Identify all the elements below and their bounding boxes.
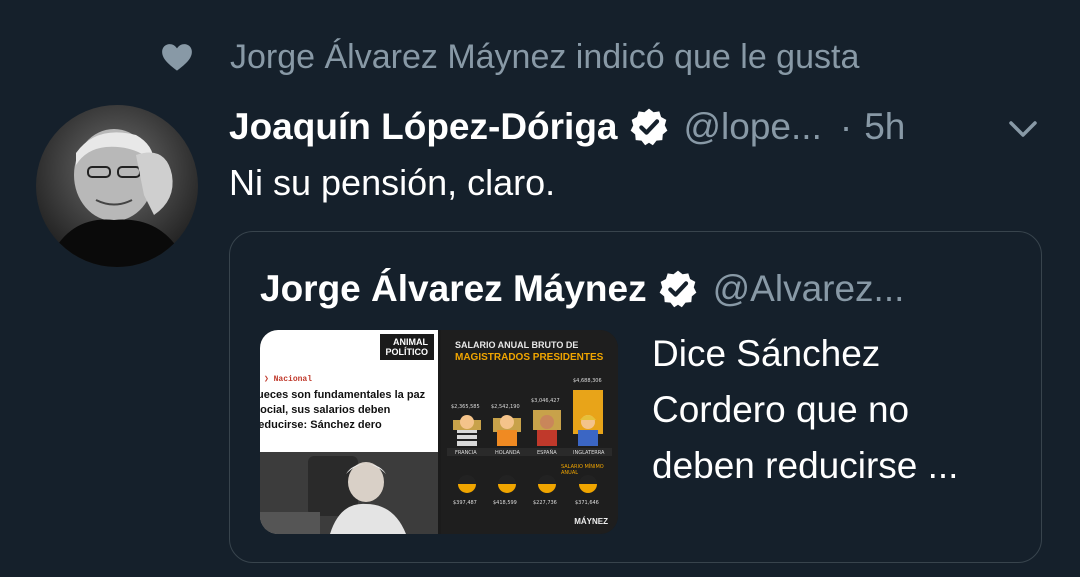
article-headline: jueces son fundamentales la paz social, … <box>260 389 426 431</box>
min-wage-value: $418,599 <box>493 500 517 506</box>
author-name[interactable]: Joaquín López-Dóriga <box>229 106 618 148</box>
section-label: Nacional <box>273 375 313 384</box>
quoted-tweet-header: Jorge Álvarez Máynez @Alvarez... <box>260 268 904 310</box>
verified-badge-icon <box>659 270 696 308</box>
infographic-country: FRANCIA <box>455 450 477 456</box>
infographic-value: $3,046,427 <box>531 398 560 404</box>
quoted-media[interactable]: ANIMAL POLÍTICO ❯ Nacional jueces son fu… <box>260 330 618 534</box>
article-screenshot: ANIMAL POLÍTICO ❯ Nacional jueces son fu… <box>260 330 438 534</box>
animal-politico-logo: ANIMAL POLÍTICO <box>379 334 434 360</box>
timestamp[interactable]: 5h <box>864 106 905 148</box>
tweet-text: Ni su pensión, claro. <box>229 162 556 203</box>
quoted-text-line: deben reducirse ... <box>652 445 959 486</box>
quoted-tweet-text: Dice Sánchez Cordero que no deben reduci… <box>652 326 1032 494</box>
salary-infographic: SALARIO ANUAL BRUTO DE MAGISTRADOS PRESI… <box>441 330 618 534</box>
chevron-down-icon[interactable] <box>1003 112 1043 146</box>
article-photo <box>260 452 438 534</box>
infographic-country: HOLANDA <box>495 450 520 456</box>
avatar-image <box>36 105 198 267</box>
verified-badge-icon <box>630 108 667 146</box>
logo-line-2: POLÍTICO <box>385 347 429 357</box>
tweet[interactable]: Jorge Álvarez Máynez indicó que le gusta… <box>0 0 1080 577</box>
infographic-country: ESPAÑA <box>537 450 557 456</box>
quoted-text-line: Cordero que no <box>652 389 910 430</box>
min-wage-value: $397,487 <box>453 500 477 506</box>
quoted-author-handle: @Alvarez... <box>712 268 905 309</box>
author-handle[interactable]: @lope... <box>684 106 822 148</box>
min-wage-label: SALARIO MÍNIMO ANUAL <box>561 464 604 476</box>
logo-line-1: ANIMAL <box>393 337 428 347</box>
infographic-value: $2,365,585 <box>451 404 480 410</box>
min-wage-value: $227,736 <box>533 500 557 506</box>
min-wage-value: $371,646 <box>575 500 599 506</box>
infographic-value: $2,542,190 <box>491 404 520 410</box>
social-context-text: Jorge Álvarez Máynez indicó que le gusta <box>230 37 860 76</box>
article-section: ❯ Nacional <box>264 375 313 384</box>
quoted-tweet[interactable]: Jorge Álvarez Máynez @Alvarez... ANIMAL … <box>229 231 1042 563</box>
tweet-header: Joaquín López-Dóriga @lope... · 5h <box>229 100 1049 154</box>
infographic-value: $4,688,306 <box>573 378 602 384</box>
heart-icon <box>162 44 192 71</box>
infographic-country: INGLATERRA <box>573 450 605 456</box>
separator-dot: · <box>839 106 853 147</box>
maynez-brand: MÁYNEZ <box>574 517 608 526</box>
social-context: Jorge Álvarez Máynez indicó que le gusta <box>160 34 859 80</box>
quoted-text-line: Dice Sánchez <box>652 333 881 374</box>
quoted-author-name: Jorge Álvarez Máynez <box>260 268 647 309</box>
avatar[interactable] <box>36 105 198 267</box>
